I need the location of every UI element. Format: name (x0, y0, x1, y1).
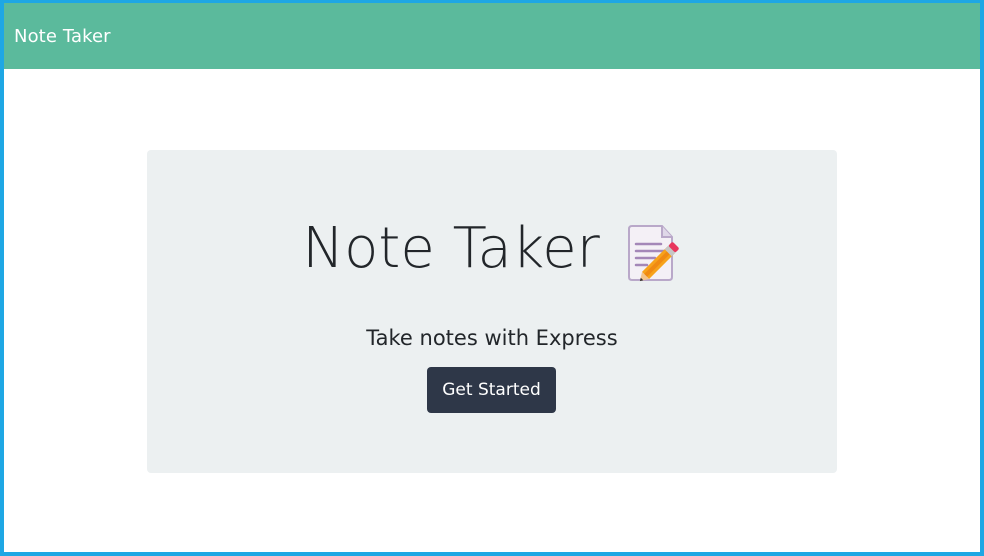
memo-pencil-icon (622, 223, 682, 283)
browser-frame: Note Taker Note Taker Take notes with Ex… (0, 0, 984, 556)
hero-subtitle: Take notes with Express (366, 326, 618, 350)
hero-panel: Note Taker Take notes with Express Get S… (147, 150, 837, 473)
navbar: Note Taker (4, 3, 980, 69)
get-started-button[interactable]: Get Started (427, 367, 556, 413)
navbar-brand[interactable]: Note Taker (14, 26, 111, 47)
hero-title: Note Taker (147, 210, 837, 288)
hero-title-text: Note Taker (302, 216, 600, 281)
